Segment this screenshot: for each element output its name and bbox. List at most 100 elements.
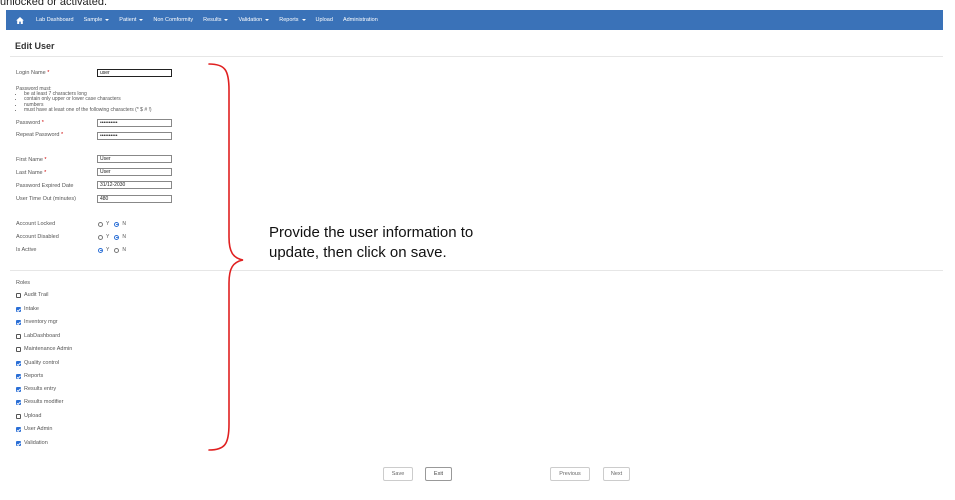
password-expired-date-label: Password Expired Date — [16, 183, 74, 189]
radio-label: Y — [106, 247, 110, 253]
is-active-radios: Y N — [98, 247, 126, 253]
account-disabled-radios: Y N — [98, 234, 126, 240]
nav-validation[interactable]: Validation — [233, 10, 274, 30]
nav-label: Reports — [279, 17, 299, 23]
nav-non-comformity[interactable]: Non Comformity — [148, 10, 198, 30]
is-active-yes-radio[interactable] — [98, 247, 103, 253]
last-name-label: Last Name * — [16, 170, 47, 176]
account-disabled-yes-radio[interactable] — [98, 234, 103, 240]
role-label: Validation — [24, 440, 48, 446]
first-name-input[interactable]: User — [97, 155, 172, 163]
role-label: Maintenance Admin — [24, 346, 73, 352]
role-results-modifier[interactable]: Results modifier — [16, 399, 63, 405]
checkbox-checked[interactable] — [16, 373, 21, 379]
radio-label: N — [122, 247, 126, 253]
role-upload[interactable]: Upload — [16, 413, 41, 419]
role-label: Inventory mgr — [24, 319, 58, 325]
nav-administration[interactable]: Administration — [338, 10, 383, 30]
account-locked-radios: Y N — [98, 221, 126, 227]
nav-label: Upload — [315, 17, 333, 23]
exit-button[interactable]: Exit — [425, 467, 452, 481]
save-button[interactable]: Save — [383, 467, 413, 481]
nav-label: Lab Dashboard — [36, 17, 74, 23]
checkbox-checked[interactable] — [16, 360, 21, 366]
checkbox-checked[interactable] — [16, 440, 21, 446]
is-active-label: Is Active — [16, 247, 37, 253]
role-label: Quality control — [24, 360, 60, 366]
nav-label: Administration — [342, 17, 378, 23]
nav-lab-dashboard[interactable]: Lab Dashboard — [31, 10, 79, 30]
checkbox-unchecked[interactable] — [16, 333, 21, 339]
checkbox-checked[interactable] — [16, 399, 21, 405]
nav-results[interactable]: Results — [198, 10, 233, 30]
nav-label: Non Comformity — [153, 17, 194, 23]
account-locked-no-radio[interactable] — [114, 221, 120, 227]
caret-down-icon — [139, 19, 144, 21]
home-icon — [16, 16, 24, 24]
annotation-text: Provide the user information to update, … — [269, 223, 559, 263]
radio-label: Y — [106, 221, 110, 227]
checkbox-checked[interactable] — [16, 306, 21, 312]
role-results-entry[interactable]: Results entry — [16, 386, 56, 392]
role-validation[interactable]: Validation — [16, 440, 48, 446]
nav-label: Validation — [238, 17, 263, 23]
user-timeout-input[interactable]: 480 — [97, 195, 172, 203]
role-label: LabDashboard — [24, 333, 61, 339]
roles-title: Roles — [16, 280, 31, 286]
account-disabled-no-radio[interactable] — [114, 234, 120, 240]
role-labdashboard[interactable]: LabDashboard — [16, 333, 60, 339]
account-locked-yes-radio[interactable] — [98, 221, 103, 227]
role-maintenance-admin[interactable]: Maintenance Admin — [16, 346, 72, 352]
radio-label: Y — [106, 234, 110, 240]
annotation-line: update, then click on save. — [269, 244, 447, 261]
password-expired-date-input[interactable]: 31/12-2030 — [97, 181, 172, 189]
checkbox-unchecked[interactable] — [16, 346, 21, 352]
checkbox-checked[interactable] — [16, 386, 21, 392]
checkbox-checked[interactable] — [16, 426, 21, 432]
caption-text: unlocked or activated. — [0, 0, 108, 8]
nav-label: Patient — [119, 17, 137, 23]
checkbox-unchecked[interactable] — [16, 292, 21, 298]
login-name-input[interactable]: user — [97, 69, 172, 77]
role-label: Audit Trail — [24, 292, 49, 298]
repeat-password-input[interactable]: •••••••••• — [97, 132, 172, 140]
role-label: Reports — [24, 373, 44, 379]
role-audit-trail[interactable]: Audit Trail — [16, 292, 48, 298]
nav-patient[interactable]: Patient — [114, 10, 148, 30]
role-intake[interactable]: Intake — [16, 306, 39, 312]
radio-label: N — [122, 221, 126, 227]
password-input[interactable]: •••••••••• — [97, 119, 172, 127]
first-name-label: First Name * — [16, 157, 47, 163]
previous-button[interactable]: Previous — [550, 467, 590, 481]
radio-label: N — [122, 234, 126, 240]
role-quality-control[interactable]: Quality control — [16, 360, 59, 366]
repeat-password-label: Repeat Password * — [16, 132, 64, 138]
password-label: Password * — [16, 120, 44, 126]
checkbox-checked[interactable] — [16, 319, 21, 325]
nav-sample[interactable]: Sample — [79, 10, 115, 30]
caret-down-icon — [301, 19, 306, 21]
annotation-line: Provide the user information to — [269, 224, 474, 241]
password-rule: must have at least one of the following … — [24, 107, 152, 113]
curly-brace-annotation — [208, 63, 244, 451]
checkbox-unchecked[interactable] — [16, 413, 21, 419]
nav-upload[interactable]: Upload — [311, 10, 338, 30]
nav-reports[interactable]: Reports — [274, 10, 310, 30]
role-label: Intake — [24, 306, 39, 312]
main-nav-bar: Lab Dashboard Sample Patient Non Comform… — [6, 10, 943, 30]
nav-label: Results — [203, 17, 222, 23]
divider — [10, 270, 943, 271]
is-active-no-radio[interactable] — [114, 247, 120, 253]
role-label: User Admin — [24, 426, 53, 432]
role-user-admin[interactable]: User Admin — [16, 426, 52, 432]
role-reports[interactable]: Reports — [16, 373, 43, 379]
account-disabled-label: Account Disabled — [16, 234, 59, 240]
nav-label: Sample — [83, 17, 103, 23]
divider — [10, 56, 943, 57]
role-label: Results entry — [24, 386, 57, 392]
last-name-input[interactable]: User — [97, 168, 172, 176]
role-inventory-mgr[interactable]: Inventory mgr — [16, 319, 58, 325]
next-button[interactable]: Next — [603, 467, 630, 481]
nav-home[interactable] — [6, 10, 31, 30]
login-name-label: Login Name * — [16, 70, 50, 76]
